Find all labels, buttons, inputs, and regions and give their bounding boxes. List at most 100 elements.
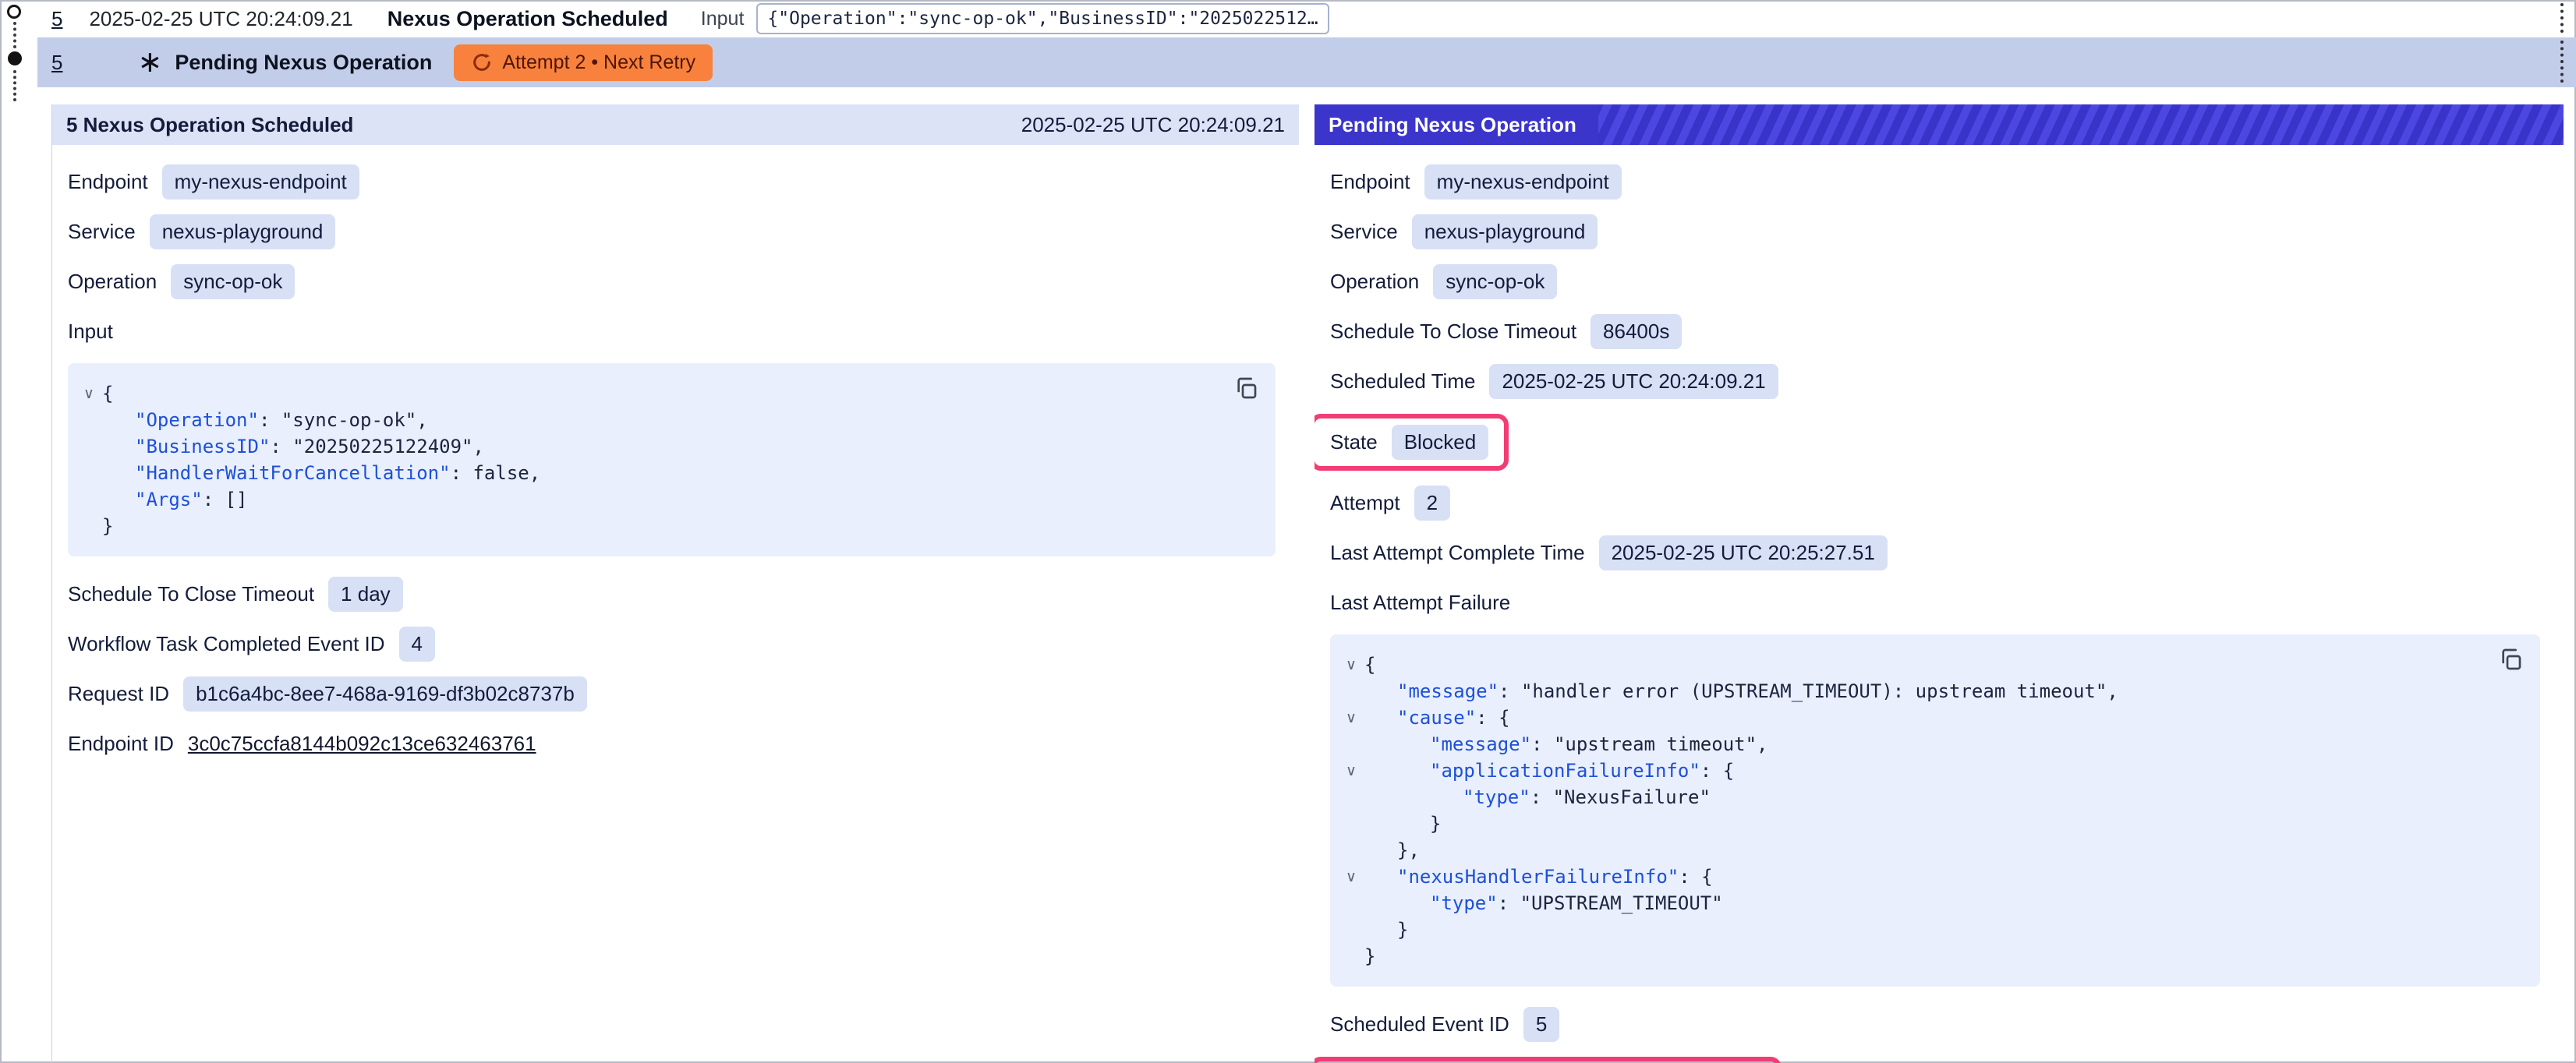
scheduled-panel-header: 5 Nexus Operation Scheduled 2025-02-25 U… (52, 104, 1299, 145)
field-label: Service (68, 220, 136, 244)
event-timestamp: 2025-02-25 UTC 20:24:09.21 (89, 7, 352, 31)
field-row-blocked-reason: Blocked Reason The circuit breaker is op… (1330, 1057, 2551, 1063)
code-line: ∨"cause": { (1338, 705, 2521, 731)
code-line: ∨{ (76, 380, 1257, 407)
field-label: Operation (68, 270, 157, 294)
field-value-badge: 5 (1523, 1007, 1559, 1042)
code-line: "type": "UPSTREAM_TIMEOUT" (1338, 890, 2521, 916)
field-row-attempt: Attempt 2 (1330, 486, 2551, 521)
field-value-badge: my-nexus-endpoint (162, 164, 359, 200)
field-label: Last Attempt Complete Time (1330, 541, 1585, 565)
code-line: "type": "NexusFailure" (1338, 784, 2521, 810)
pending-operation-panel: Pending Nexus Operation Endpoint my-nexu… (1315, 104, 2564, 1063)
code-line: "BusinessID": "20250225122409", (76, 433, 1257, 460)
input-section-label: Input (68, 314, 1286, 348)
scheduled-event-panel: 5 Nexus Operation Scheduled 2025-02-25 U… (51, 104, 1299, 1063)
field-value-badge: 4 (399, 627, 435, 662)
field-value-badge: 1 day (328, 577, 403, 612)
field-row-scheduled-time: Scheduled Time 2025-02-25 UTC 20:24:09.2… (1330, 364, 2551, 399)
collapse-chevron-icon[interactable]: ∨ (1338, 863, 1364, 890)
field-value-badge: sync-op-ok (171, 264, 295, 299)
row-edge-dotted-line (2560, 3, 2564, 33)
collapse-chevron-icon[interactable]: ∨ (76, 380, 102, 407)
field-value-badge: nexus-playground (150, 214, 336, 249)
collapse-chevron-icon[interactable]: ∨ (1338, 652, 1364, 678)
timeline-dotted-line (13, 22, 16, 48)
code-line: } (1338, 943, 2521, 969)
event-title: Nexus Operation Scheduled (387, 7, 668, 31)
field-label: Endpoint (68, 170, 148, 194)
event-id-link[interactable]: 5 (51, 51, 62, 75)
field-value-badge: my-nexus-endpoint (1424, 164, 1622, 200)
code-line: "Operation": "sync-op-ok", (76, 407, 1257, 433)
field-label: Schedule To Close Timeout (68, 582, 314, 606)
field-label: Operation (1330, 270, 1419, 294)
field-row-request-id: Request ID b1c6a4bc-8ee7-468a-9169-df3b0… (68, 676, 1286, 712)
code-line: } (1338, 916, 2521, 943)
row-edge-dotted-line (2560, 41, 2564, 83)
failure-json-viewer: ∨{"message": "handler error (UPSTREAM_TI… (1330, 634, 2540, 987)
panel-title: 5 Nexus Operation Scheduled (66, 113, 353, 137)
field-label: Workflow Task Completed Event ID (68, 632, 385, 656)
field-row-last-attempt-complete: Last Attempt Complete Time 2025-02-25 UT… (1330, 535, 2551, 570)
retry-badge-label: Attempt 2 • Next Retry (502, 51, 695, 74)
code-line: ∨{ (1338, 652, 2521, 678)
timeline-open-circle (7, 5, 21, 19)
input-preview-chip: {"Operation":"sync-op-ok","BusinessID":"… (756, 3, 1329, 34)
field-value-badge: 86400s (1591, 314, 1682, 349)
field-row-endpoint-id: Endpoint ID 3c0c75ccfa8144b092c13ce63246… (68, 726, 1286, 761)
endpoint-id-link[interactable]: 3c0c75ccfa8144b092c13ce632463761 (188, 732, 536, 756)
field-row-operation: Operation sync-op-ok (68, 264, 1286, 299)
field-label: Scheduled Event ID (1330, 1012, 1509, 1037)
copy-button[interactable] (1233, 376, 1258, 408)
field-label: Request ID (68, 682, 169, 706)
field-value-badge: sync-op-ok (1433, 264, 1557, 299)
pending-asterisk-icon: ∗ (137, 48, 162, 77)
timeline-dotted-line (13, 70, 16, 101)
blocked-reason-annotation-highlight: Blocked Reason The circuit breaker is op… (1315, 1057, 1782, 1063)
field-value-badge: b1c6a4bc-8ee7-468a-9169-df3b02c8737b (183, 676, 587, 712)
field-value-badge: 2 (1414, 486, 1450, 521)
field-label: Schedule To Close Timeout (1330, 320, 1576, 344)
timeline-current-dot (8, 51, 22, 65)
code-line: ∨"applicationFailureInfo": { (1338, 758, 2521, 784)
event-title: Pending Nexus Operation (175, 51, 432, 75)
code-line: "Args": [] (76, 486, 1257, 513)
event-row-pending[interactable]: 5 ∗ Pending Nexus Operation Attempt 2 • … (37, 37, 2576, 87)
field-row-scheduled-event-id: Scheduled Event ID 5 (1330, 1007, 2551, 1042)
field-row-service: Service nexus-playground (68, 214, 1286, 249)
field-row-schedule-to-close: Schedule To Close Timeout 86400s (1330, 314, 2551, 349)
pending-panel-header: Pending Nexus Operation (1315, 104, 2564, 145)
field-label: State (1330, 430, 1378, 454)
collapse-chevron-icon[interactable]: ∨ (1338, 758, 1364, 784)
event-id-link[interactable]: 5 (51, 7, 62, 31)
state-annotation-highlight: State Blocked (1315, 414, 1509, 471)
copy-icon (1233, 376, 1258, 401)
event-row-scheduled[interactable]: 5 2025-02-25 UTC 20:24:09.21 Nexus Opera… (37, 0, 2576, 37)
field-row-service: Service nexus-playground (1330, 214, 2551, 249)
state-value-badge: Blocked (1392, 425, 1489, 460)
panel-title: Pending Nexus Operation (1315, 104, 1598, 145)
field-row-endpoint: Endpoint my-nexus-endpoint (68, 164, 1286, 200)
copy-button[interactable] (2498, 647, 2523, 679)
code-line: }, (1338, 837, 2521, 863)
field-value-badge: 2025-02-25 UTC 20:25:27.51 (1599, 535, 1888, 570)
field-row-operation: Operation sync-op-ok (1330, 264, 2551, 299)
input-json-viewer: ∨{"Operation": "sync-op-ok","BusinessID"… (68, 363, 1276, 556)
code-line: "HandlerWaitForCancellation": false, (76, 460, 1257, 486)
input-label: Input (701, 8, 745, 30)
code-line: "message": "upstream timeout", (1338, 731, 2521, 758)
field-row-wft-completed-id: Workflow Task Completed Event ID 4 (68, 627, 1286, 662)
field-label: Service (1330, 220, 1398, 244)
field-value-badge: nexus-playground (1412, 214, 1598, 249)
code-line: "message": "handler error (UPSTREAM_TIME… (1338, 678, 2521, 705)
field-label: Endpoint ID (68, 732, 174, 756)
field-row-state: State Blocked (1330, 414, 2551, 471)
failure-section-label: Last Attempt Failure (1330, 585, 2551, 620)
field-label: Endpoint (1330, 170, 1410, 194)
code-line: } (76, 513, 1257, 539)
retry-status-badge: Attempt 2 • Next Retry (454, 44, 713, 81)
collapse-chevron-icon[interactable]: ∨ (1338, 705, 1364, 731)
retry-icon (471, 51, 493, 73)
code-line: } (1338, 810, 2521, 837)
